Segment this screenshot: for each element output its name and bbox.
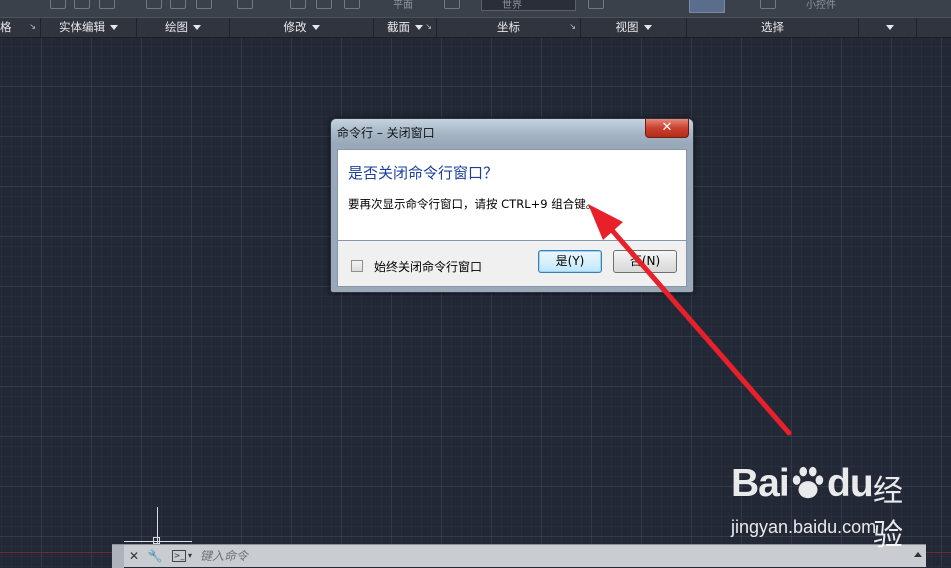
ribbon-tool-icon[interactable] [50, 0, 66, 9]
panel-label: 实体编辑 [59, 20, 105, 34]
ribbon-tool-icon[interactable] [588, 0, 604, 9]
dialog-heading: 是否关闭命令行窗口？ [348, 164, 499, 182]
always-close-label[interactable]: 始终关闭命令行窗口 [374, 258, 482, 275]
panel-label: 选择 [761, 20, 784, 34]
chevron-down-icon [193, 25, 201, 30]
yes-button[interactable]: 是(Y) [538, 250, 602, 273]
command-prompt-icon[interactable]: >_ [172, 550, 186, 562]
drag-grip[interactable] [112, 545, 124, 568]
ribbon-tool-icon[interactable] [99, 0, 115, 9]
ucs-world-dropdown[interactable]: 世界 [481, 0, 576, 11]
close-button[interactable]: ✕ [645, 119, 689, 138]
chevron-down-icon [415, 25, 423, 30]
ribbon-tool-icon[interactable] [760, 0, 776, 9]
dialog-title: 命令行 – 关闭窗口 [337, 126, 435, 140]
ribbon-tool-icon[interactable] [237, 0, 253, 9]
close-command-line-dialog: 命令行 – 关闭窗口 ✕ 是否关闭命令行窗口？ 要再次显示命令行窗口，请按 CT… [330, 118, 694, 293]
panel-mesh[interactable]: 格 ↘ [0, 18, 41, 37]
ribbon-tool-icon[interactable] [74, 0, 90, 9]
ribbon-panel-bar: 格 ↘ 实体编辑 绘图 修改 截面 ↘ 坐标 ↘ 视图 选择 [0, 17, 951, 37]
chevron-down-icon [886, 25, 894, 30]
watermark-logo-text: Bai [731, 462, 790, 505]
ribbon-tool-icon[interactable] [290, 0, 306, 9]
ribbon-tool-icon[interactable] [444, 0, 460, 9]
cursor-pickbox [153, 537, 160, 544]
watermark-url: jingyan.baidu.com [731, 517, 877, 537]
chevron-down-icon [110, 25, 118, 30]
panel-label: 绘图 [165, 20, 188, 34]
world-label: 世界 [502, 0, 522, 11]
chevron-down-icon [311, 25, 320, 30]
panel-label: 修改 [283, 20, 307, 34]
dialog-footer: 始终关闭命令行窗口 是(Y) 否(N) [337, 241, 687, 287]
panel-expand-icon[interactable]: ↘ [425, 23, 432, 31]
paw-icon [792, 466, 824, 499]
panel-label: 视图 [615, 20, 639, 34]
dialog-titlebar[interactable]: 命令行 – 关闭窗口 ✕ [331, 119, 693, 145]
panel-label: 截面 [387, 20, 410, 34]
chevron-down-icon [643, 25, 652, 30]
panel-section[interactable]: 截面 ↘ [374, 18, 437, 37]
chevron-down-icon[interactable]: ▾ [186, 548, 194, 564]
panel-view[interactable]: 视图 [581, 18, 687, 37]
watermark-logo-du-text: du [827, 462, 874, 505]
panel-label: 格 [0, 20, 12, 34]
baidu-watermark: Bai 经验 jingyan.baidu.com du [731, 462, 921, 553]
panel-solid-editing[interactable]: 实体编辑 [41, 18, 137, 37]
no-button[interactable]: 否(N) [613, 250, 677, 273]
panel-more[interactable] [859, 18, 917, 37]
dialog-message: 要再次显示命令行窗口，请按 CTRL+9 组合键。 [348, 197, 598, 211]
selection-swatch[interactable] [689, 0, 725, 13]
ribbon-tool-icon[interactable] [170, 0, 186, 9]
panel-selection[interactable]: 选择 [687, 18, 859, 37]
ribbon-tool-icon[interactable] [344, 0, 360, 9]
close-icon[interactable]: ✕ [126, 548, 142, 564]
dialog-body: 是否关闭命令行窗口？ 要再次显示命令行窗口，请按 CTRL+9 组合键。 [337, 149, 687, 241]
panel-modify[interactable]: 修改 [230, 18, 374, 37]
panel-coordinates[interactable]: 坐标 ↘ [437, 18, 581, 37]
ribbon-tool-icon[interactable] [316, 0, 332, 9]
always-close-checkbox[interactable] [351, 260, 363, 272]
ribbon: 平面 世界 小控件 格 ↘ 实体编辑 绘图 修改 截面 ↘ 坐标 ↘ 视图 选择 [0, 0, 951, 38]
watermark-logo-cn: 经验 [873, 474, 903, 553]
panel-expand-icon[interactable]: ↘ [29, 23, 36, 31]
panel-draw[interactable]: 绘图 [137, 18, 230, 37]
ribbon-tool-icon[interactable] [146, 0, 162, 9]
plane-label[interactable]: 平面 [393, 0, 413, 11]
gizmo-label[interactable]: 小控件 [806, 0, 836, 11]
panel-expand-icon[interactable]: ↘ [569, 23, 576, 31]
wrench-icon[interactable]: 🔧 [147, 548, 163, 564]
panel-label: 坐标 [497, 20, 520, 34]
ribbon-tool-icon[interactable] [196, 0, 212, 9]
